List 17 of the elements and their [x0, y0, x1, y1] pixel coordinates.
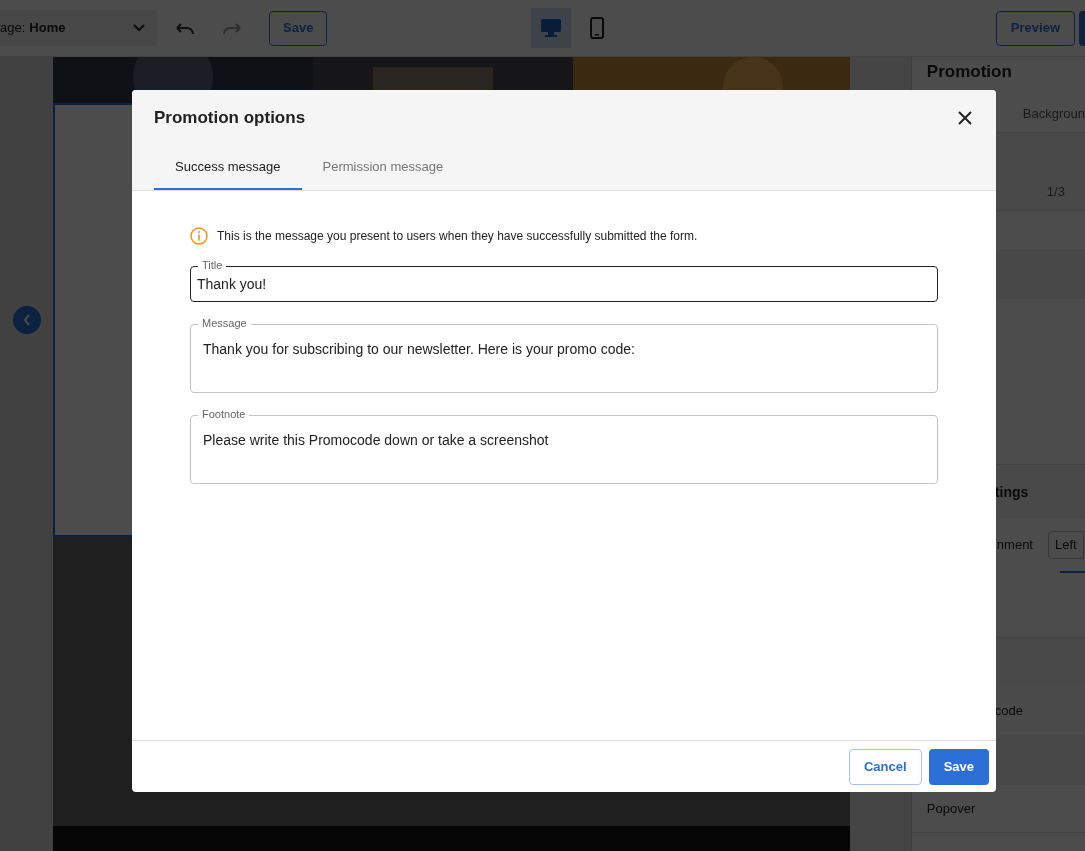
panel-title: Promotion — [925, 61, 1013, 83]
alignment-label: nment — [996, 536, 1033, 555]
info-text: This is the message you present to users when they have successfully submitted the form. — [217, 228, 698, 245]
page-label: age: — [0, 19, 26, 38]
close-icon — [958, 111, 972, 125]
save-button[interactable]: Save — [928, 748, 989, 785]
page-value: Home — [29, 19, 66, 38]
dialog-tab[interactable]: Success message — [154, 146, 302, 190]
cancel-button[interactable]: Cancel — [849, 748, 922, 785]
close-button[interactable] — [956, 109, 974, 127]
info-icon — [190, 227, 208, 245]
dialog-title: Promotion options — [154, 107, 306, 130]
field-label: Footnote — [198, 407, 250, 421]
field-label: Message — [198, 316, 251, 330]
section-title: tings — [994, 482, 1029, 502]
field-label: Title — [198, 258, 227, 272]
dialog-tab[interactable]: Permission message — [301, 146, 465, 190]
